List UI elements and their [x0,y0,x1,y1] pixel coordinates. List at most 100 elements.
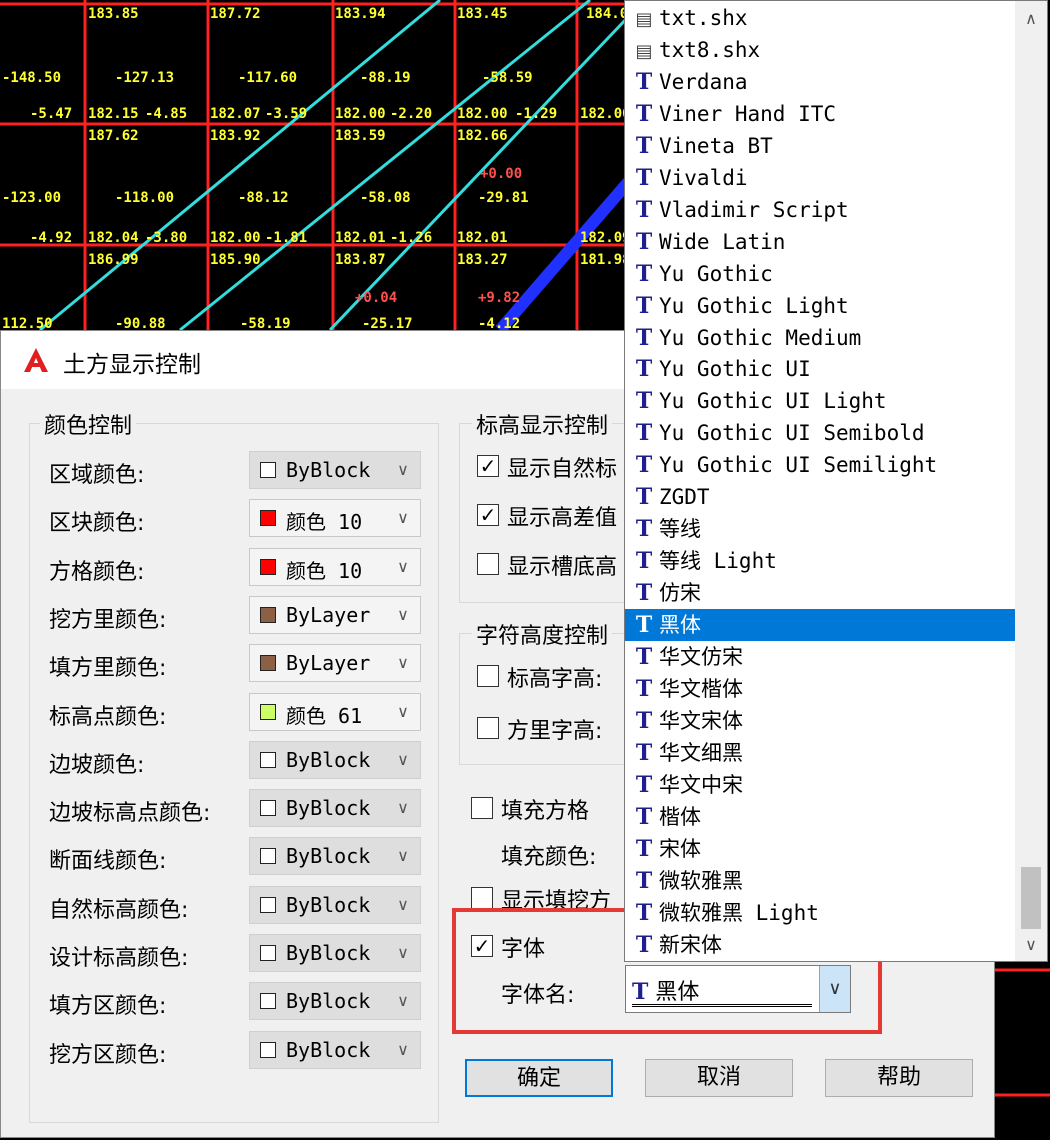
char-height-option-checkbox[interactable] [477,717,499,739]
font-list-item[interactable]: T 新宋体 [625,929,1015,961]
font-list-item-label: 华文仿宋 [659,645,743,669]
color-row-label: 区域颜色: [49,463,145,488]
font-list-item-label: txt.shx [659,6,748,30]
color-select[interactable]: ByBlock ∨ [249,982,421,1021]
font-list-item[interactable]: ▤ txt8.shx [625,34,1015,66]
chevron-down-icon[interactable]: ∨ [392,1037,414,1063]
cad-elevation-label: -1.29 [515,106,557,122]
show-fill-checkbox[interactable] [471,887,493,909]
chevron-down-icon[interactable]: ∨ [392,988,414,1014]
chevron-down-icon[interactable]: ∨ [392,457,414,483]
color-row-label: 区块颜色: [49,511,145,537]
color-row-label: 填方区颜色: [49,994,167,1020]
font-list-item[interactable]: T 仿宋 [625,577,1015,609]
chevron-down-icon[interactable]: ∨ [392,795,414,821]
color-select[interactable]: ByLayer ∨ [249,644,421,683]
cad-elevation-label: 182.15 [88,106,139,122]
truetype-icon: T [635,931,653,958]
scroll-thumb[interactable] [1021,867,1041,929]
ok-button[interactable]: 确定 [465,1059,613,1097]
elevation-option-checkbox[interactable]: ✓ [477,455,499,477]
font-list-item[interactable]: T Yu Gothic UI [625,353,1015,385]
chevron-down-icon[interactable]: ∨ [392,892,414,918]
chevron-down-icon[interactable]: ∨ [392,650,414,676]
font-list-item[interactable]: T Yu Gothic [625,258,1015,290]
font-list-item-label: Vladimir Script [659,197,849,222]
elevation-option-checkbox[interactable]: ✓ [477,504,499,526]
font-list-item-label: Yu Gothic UI [659,357,811,382]
font-list-item-label: Vivaldi [659,165,748,190]
font-list-item[interactable]: T Yu Gothic UI Semibold [625,417,1015,449]
cad-elevation-label: 182.07 [210,106,261,122]
truetype-icon: T [635,675,653,702]
color-row-label: 边坡标高点颜色: [49,801,211,827]
color-select[interactable]: ByBlock ∨ [249,1030,421,1069]
color-select[interactable]: 颜色 10 ∨ [249,547,421,586]
color-swatch [260,945,276,961]
font-list-item[interactable]: T Vivaldi [625,162,1015,194]
font-list-item[interactable]: T Yu Gothic Medium [625,322,1015,354]
font-list-item[interactable]: T 黑体 [625,609,1015,642]
scroll-up-icon[interactable]: ∧ [1015,5,1047,33]
font-list-item[interactable]: T 华文仿宋 [625,641,1015,673]
chevron-down-icon[interactable]: ∨ [392,554,414,580]
font-list-item[interactable]: ▤ txt.shx [625,2,1015,34]
font-list-item[interactable]: T 华文楷体 [625,673,1015,705]
font-list-item-label: 华文宋体 [659,708,743,733]
font-list-item[interactable]: T Yu Gothic UI Light [625,385,1015,417]
font-list-item[interactable]: T ZGDT [625,481,1015,513]
color-select[interactable]: 颜色 61 ∨ [249,692,421,731]
color-select[interactable]: ByBlock ∨ [249,451,421,489]
truetype-icon: T [635,771,653,798]
chevron-down-icon[interactable]: ∨ [392,699,414,725]
scrollbar[interactable]: ∧ ∨ [1015,1,1047,961]
font-dropdown-list[interactable]: ▤ txt.shx ▤ txt8.shx T Verdana T Viner Hand ITC… [624,0,1048,962]
color-row-label: 边坡颜色: [49,752,145,778]
chevron-down-icon[interactable]: ∨ [392,505,414,531]
chevron-down-icon[interactable]: ∨ [392,747,414,773]
font-list-item[interactable]: T 等线 Light [625,545,1015,577]
color-select[interactable]: ByBlock ∨ [249,885,421,924]
truetype-icon: T [635,739,653,766]
font-list-item[interactable]: T 宋体 [625,833,1015,865]
font-list-item[interactable]: T 华文中宋 [625,769,1015,801]
color-value: 颜色 61 [286,703,363,728]
color-select[interactable]: ByBlock ∨ [249,934,421,972]
chevron-down-icon[interactable]: ∨ [392,843,414,869]
cad-elevation-label: -5.47 [30,106,72,122]
color-select[interactable]: ByBlock ∨ [249,789,421,828]
font-list-item[interactable]: T 等线 [625,513,1015,545]
font-list-item[interactable]: T Vineta BT [625,130,1015,162]
fill-grid-checkbox[interactable] [471,797,493,819]
cad-elevation-label: -29.81 [478,190,529,206]
cad-elevation-label: 181.98 [580,252,631,268]
char-height-option-checkbox[interactable] [477,665,499,687]
font-list-item[interactable]: T Viner Hand ITC [625,98,1015,130]
truetype-icon: T [635,356,653,383]
font-list-item[interactable]: T 微软雅黑 [625,865,1015,897]
font-list-item[interactable]: T 楷体 [625,801,1015,833]
scroll-down-icon[interactable]: ∨ [1015,931,1047,959]
truetype-icon: T [635,68,653,95]
fill-grid-label: 填充方格 [501,799,590,824]
color-select[interactable]: ByBlock ∨ [249,740,421,779]
chevron-down-icon[interactable]: ∨ [392,602,414,628]
font-list-item[interactable]: T Vladimir Script [625,194,1015,226]
help-button[interactable]: 帮助 [825,1059,973,1097]
color-select[interactable]: ByBlock ∨ [249,837,421,876]
cancel-button[interactable]: 取消 [645,1059,793,1097]
cad-elevation-label: -148.50 [2,70,61,86]
font-list-item[interactable]: T Verdana [625,66,1015,98]
font-list-item-label: 等线 [659,517,701,542]
color-select[interactable]: 颜色 10 ∨ [249,499,421,538]
color-swatch [260,1041,276,1058]
font-list-item[interactable]: T Yu Gothic UI Semilight [625,449,1015,481]
font-list-item[interactable]: T Yu Gothic Light [625,290,1015,322]
color-select[interactable]: ByLayer ∨ [249,595,421,634]
font-list-item[interactable]: T 微软雅黑 Light [625,897,1015,929]
font-list-item[interactable]: T 华文宋体 [625,705,1015,737]
chevron-down-icon[interactable]: ∨ [392,940,414,966]
font-list-item[interactable]: T 华文细黑 [625,737,1015,769]
elevation-option-checkbox[interactable] [477,553,499,575]
font-list-item[interactable]: T Wide Latin [625,226,1015,258]
